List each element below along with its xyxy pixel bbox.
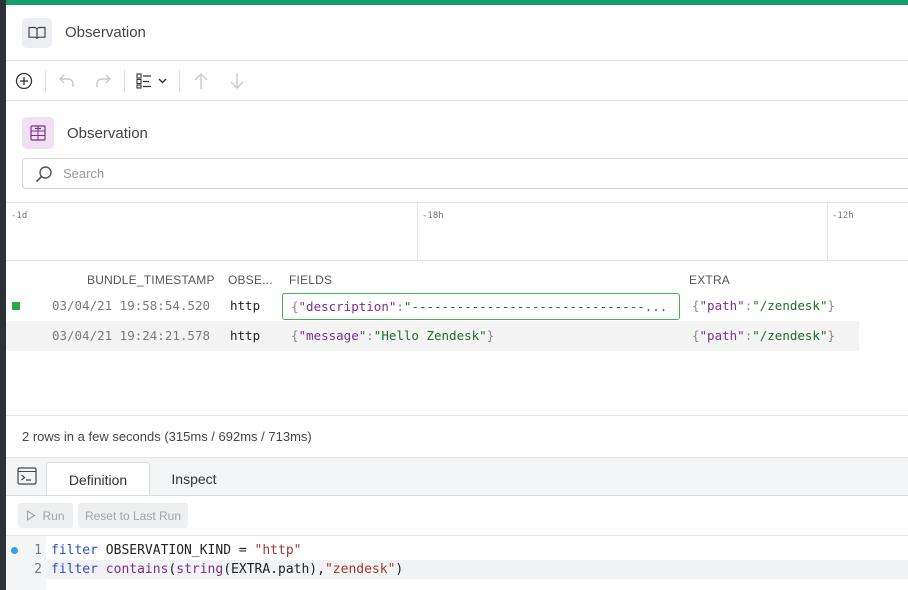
timeline-tick-label: -1d: [11, 211, 28, 221]
worksheet-toolbar: [6, 62, 908, 101]
tab-definition[interactable]: Definition: [46, 462, 150, 496]
play-icon: [27, 510, 37, 521]
table-row[interactable]: 03/04/21 19:58:54.520 http {"description…: [6, 291, 859, 321]
code-line: 1 filter OBSERVATION_KIND = "http": [6, 541, 908, 560]
run-button-label: Run: [42, 508, 65, 523]
toolbar-divider: [179, 70, 180, 92]
search-box[interactable]: [22, 158, 908, 189]
timeline-tick-label: -18h: [422, 211, 444, 221]
results-header: BUNDLE_TIMESTAMP OBSE... FIELDS EXTRA: [6, 271, 908, 291]
plus-circle-icon: [15, 72, 33, 90]
code-line: 2 filter contains(string(EXTRA.path),"ze…: [6, 560, 908, 579]
line-number: 1: [34, 543, 42, 558]
timestamp-cell: 03/04/21 19:58:54.520: [51, 298, 210, 313]
search-input[interactable]: [63, 166, 863, 181]
fields-cell[interactable]: {"description":"------------------------…: [282, 293, 680, 320]
view-mode-dropdown[interactable]: [128, 66, 176, 96]
row-count-status: 2 rows in a few seconds (315ms / 692ms /…: [22, 429, 312, 444]
code-text: filter contains(string(EXTRA.path),"zend…: [51, 562, 404, 577]
timeline-histogram[interactable]: -1d -18h -12h: [6, 202, 908, 261]
run-button[interactable]: Run: [18, 503, 73, 528]
column-header-fields[interactable]: FIELDS: [289, 273, 332, 287]
worksheet-header: Observation: [6, 5, 908, 61]
search-icon: [35, 165, 53, 183]
query-status-bar: 2 rows in a few seconds (315ms / 692ms /…: [6, 415, 908, 458]
dataset-title: Observation: [67, 125, 148, 142]
dataset-icon: [22, 117, 54, 149]
line-number: 2: [34, 562, 42, 577]
timeline-tick-label: -12h: [832, 211, 854, 221]
terminal-icon[interactable]: [17, 467, 37, 485]
kind-cell: http: [230, 298, 261, 313]
toolbar-divider: [124, 70, 125, 92]
kind-cell: http: [230, 328, 261, 343]
tab-inspect[interactable]: Inspect: [156, 462, 232, 495]
breakpoint-dot-icon: [11, 547, 18, 554]
redo-icon: [96, 74, 111, 87]
query-panel: Definition Inspect Run Reset to Last Run…: [6, 458, 908, 590]
table-row[interactable]: 03/04/21 19:24:21.578 http {"message":"H…: [6, 321, 859, 351]
worksheet-title: Observation: [65, 24, 146, 41]
redo-button[interactable]: [85, 66, 121, 96]
move-down-button[interactable]: [219, 66, 255, 96]
arrow-down-icon: [230, 73, 244, 89]
layout-list-icon: [136, 73, 167, 89]
column-header-observation-kind[interactable]: OBSE...: [228, 273, 273, 287]
arrow-up-icon: [194, 73, 208, 89]
extra-cell: {"path":"/zendesk"}: [692, 328, 836, 343]
extra-cell: {"path":"/zendesk"}: [692, 298, 836, 313]
query-toolbar: Run Reset to Last Run: [6, 495, 908, 535]
timestamp-cell: 03/04/21 19:24:21.578: [51, 328, 210, 343]
worksheet: Observation Observation Search -1d -18h …: [6, 5, 908, 590]
toolbar-divider: [45, 70, 46, 92]
timeline-tick-line: [417, 203, 418, 260]
book-icon[interactable]: [22, 17, 52, 48]
add-stage-button[interactable]: [6, 66, 42, 96]
undo-button[interactable]: [49, 66, 85, 96]
fields-cell[interactable]: {"message":"Hello Zendesk"}: [291, 321, 494, 351]
column-header-bundle-timestamp[interactable]: BUNDLE_TIMESTAMP: [87, 273, 215, 287]
timeline-tick-line: [827, 203, 828, 260]
code-text: filter OBSERVATION_KIND = "http": [51, 543, 302, 558]
undo-icon: [59, 74, 74, 87]
move-up-button[interactable]: [183, 66, 219, 96]
code-editor[interactable]: 1 filter OBSERVATION_KIND = "http" 2 fil…: [6, 535, 908, 590]
column-header-extra[interactable]: EXTRA: [689, 273, 730, 287]
reset-to-last-run-button[interactable]: Reset to Last Run: [78, 503, 188, 528]
